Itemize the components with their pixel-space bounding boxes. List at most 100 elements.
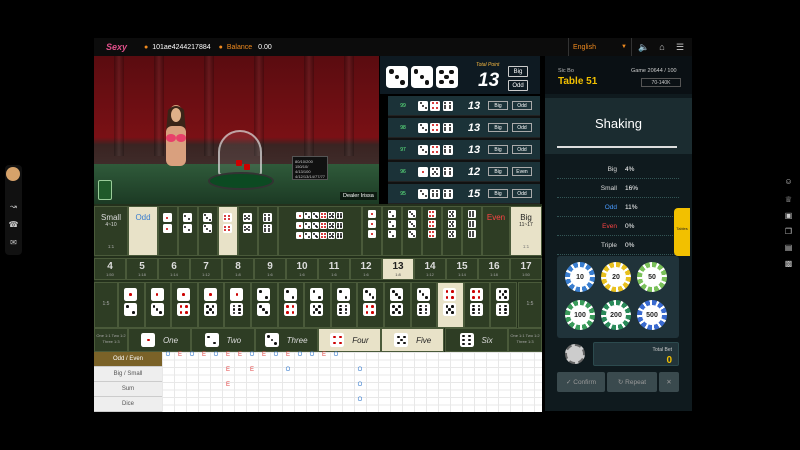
- bet-combo-3-5[interactable]: [384, 282, 411, 328]
- bet-combo-2-4[interactable]: [277, 282, 305, 328]
- chip-50[interactable]: 50: [637, 262, 667, 292]
- bet-big[interactable]: Big 11~17 1:1: [510, 206, 542, 256]
- bet-total-11[interactable]: 11 1:6: [318, 258, 350, 280]
- dealer-avatar[interactable]: [6, 167, 20, 181]
- bet-triple-2[interactable]: [382, 206, 402, 256]
- home-icon[interactable]: ⌂: [656, 41, 668, 53]
- bet-combo-1-6[interactable]: [224, 282, 251, 328]
- bet-single-1[interactable]: One: [128, 328, 192, 352]
- die-face-6: [230, 303, 244, 316]
- roadmap-label: Odd / Even: [94, 352, 162, 367]
- combo-odds-right: 1:5: [518, 282, 542, 328]
- language-value: English: [573, 43, 596, 51]
- bet-combo-4-6[interactable]: [463, 282, 491, 328]
- bet-total-10[interactable]: 10 1:6: [286, 258, 318, 280]
- message-icon[interactable]: ✉: [8, 237, 19, 248]
- bet-total-12[interactable]: 12 1:6: [350, 258, 382, 280]
- bet-single-5[interactable]: Five: [381, 328, 445, 352]
- chat-icon[interactable]: ☎: [8, 219, 19, 230]
- bet-combo-1-5[interactable]: [197, 282, 225, 328]
- chip-500[interactable]: 500: [637, 300, 667, 330]
- bet-double-2[interactable]: [178, 206, 198, 256]
- dice-shaker-base: [208, 172, 274, 190]
- die-face-1: [162, 213, 172, 222]
- repeat-button[interactable]: ↻ Repeat: [607, 372, 657, 392]
- copy-icon[interactable]: ❐: [783, 226, 794, 237]
- bet-total-13[interactable]: 13 1:8: [382, 258, 414, 280]
- bet-combo-1-4[interactable]: [171, 282, 198, 328]
- bet-single-4[interactable]: Four: [317, 328, 382, 352]
- bet-combo-5-6[interactable]: [490, 282, 517, 328]
- bet-total-7[interactable]: 7 1:12: [190, 258, 222, 280]
- tables-tab[interactable]: Tables: [674, 208, 690, 256]
- bet-combo-2-5[interactable]: [304, 282, 331, 328]
- bet-total-8[interactable]: 8 1:8: [222, 258, 254, 280]
- bet-total-9[interactable]: 9 1:6: [254, 258, 286, 280]
- bet-total-6[interactable]: 6 1:14: [158, 258, 190, 280]
- bet-combo-1-2[interactable]: [118, 282, 145, 328]
- bet-single-6[interactable]: Six: [444, 328, 508, 352]
- roadmap-mark: E: [225, 367, 230, 373]
- die-face-3: [202, 213, 212, 222]
- bet-single-3[interactable]: Three: [254, 328, 318, 352]
- die-face-5: [443, 303, 457, 316]
- bet-double-3[interactable]: [198, 206, 218, 256]
- user-profile-icon[interactable]: ☺: [783, 176, 794, 187]
- die-face-1: [418, 166, 428, 177]
- chip-10[interactable]: 10: [565, 262, 595, 292]
- bet-combo-2-3[interactable]: [251, 282, 278, 328]
- chip-20[interactable]: 20: [601, 262, 631, 292]
- bet-total-17[interactable]: 17 1:50: [510, 258, 542, 280]
- custom-chip-button[interactable]: [565, 344, 585, 364]
- bet-any-triple[interactable]: [278, 206, 362, 256]
- bet-double-5[interactable]: [238, 206, 258, 256]
- bet-combo-3-6[interactable]: [410, 282, 438, 328]
- bet-odd[interactable]: Odd: [128, 206, 158, 256]
- bet-combo-3-4[interactable]: [357, 282, 384, 328]
- bet-triple-6[interactable]: [462, 206, 482, 256]
- bet-single-2[interactable]: Two: [191, 328, 255, 352]
- crown-icon[interactable]: ♕: [783, 194, 794, 205]
- chart-icon[interactable]: ↝: [8, 201, 19, 212]
- video-icon[interactable]: ▣: [783, 210, 794, 221]
- clear-button[interactable]: ✕: [659, 372, 679, 392]
- bet-small[interactable]: Small 4~10 1:1: [94, 206, 128, 256]
- bet-combo-2-6[interactable]: [330, 282, 358, 328]
- bet-total-15[interactable]: 15 1:14: [446, 258, 478, 280]
- bet-triple-3[interactable]: [402, 206, 422, 256]
- bet-combo-1-3[interactable]: [144, 282, 172, 328]
- bet-even[interactable]: Even: [482, 206, 510, 256]
- bet-double-6[interactable]: [258, 206, 278, 256]
- gift-icon[interactable]: ▩: [783, 258, 794, 269]
- volume-icon[interactable]: 🔈: [638, 41, 650, 53]
- stat-row: Small 16%: [557, 179, 679, 198]
- history-game-no: 98: [400, 124, 406, 131]
- total-number: 6: [171, 261, 177, 272]
- bet-triple-1[interactable]: [362, 206, 382, 256]
- die-face-6: [459, 333, 474, 347]
- bet-total-5[interactable]: 5 1:18: [126, 258, 158, 280]
- bet-triple-4[interactable]: [422, 206, 442, 256]
- result-history: 99 13 Big Odd 98 13 Big Odd 97 13 Big Odd 96 12 Big Eve…: [388, 96, 540, 204]
- die-face-2: [336, 288, 350, 301]
- balance-icon: ●: [218, 43, 223, 51]
- notification-icon[interactable]: ▤: [783, 242, 794, 253]
- bet-combo-4-5[interactable]: [437, 282, 464, 328]
- chip-100[interactable]: 100: [565, 300, 595, 330]
- stat-row: Big 4%: [557, 160, 679, 179]
- die-face-3: [386, 66, 408, 88]
- bet-total-14[interactable]: 14 1:12: [414, 258, 446, 280]
- chip-200[interactable]: 200: [601, 300, 631, 330]
- confirm-button[interactable]: ✓ Confirm: [557, 372, 605, 392]
- history-tag-1: Big: [488, 189, 508, 198]
- bet-total-16[interactable]: 16 1:18: [478, 258, 510, 280]
- bet-total-4[interactable]: 4 1:50: [94, 258, 126, 280]
- bet-double-4[interactable]: [218, 206, 238, 256]
- language-select[interactable]: English ▼: [568, 38, 632, 56]
- single-label: Three: [286, 335, 308, 345]
- bet-triple-5[interactable]: [442, 206, 462, 256]
- video-settings-icon[interactable]: [98, 180, 112, 200]
- roadmap-mark: O: [273, 352, 279, 358]
- bet-double-1[interactable]: [158, 206, 178, 256]
- menu-icon[interactable]: ☰: [674, 41, 686, 53]
